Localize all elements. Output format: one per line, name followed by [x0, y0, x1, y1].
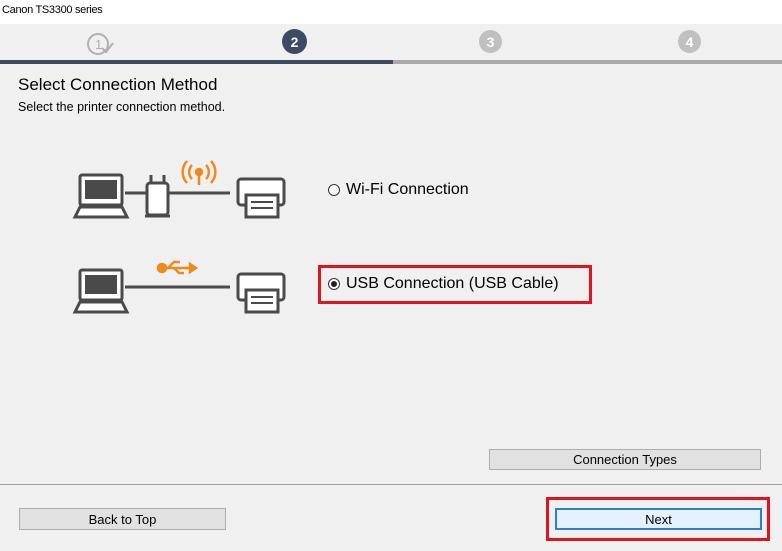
- laptop-icon: [72, 268, 130, 314]
- wifi-radio[interactable]: [328, 184, 340, 196]
- page-title: Select Connection Method: [18, 75, 218, 94]
- usb-option-label[interactable]: USB Connection (USB Cable): [346, 275, 559, 293]
- wifi-connection-illustration: [72, 160, 286, 219]
- connection-types-button[interactable]: Connection Types: [489, 449, 761, 470]
- wifi-option-label[interactable]: Wi-Fi Connection: [346, 181, 469, 199]
- step-indicator: 1 2 3 4: [0, 24, 782, 64]
- wifi-icon: [181, 160, 217, 185]
- progress-bar-done: [0, 60, 393, 64]
- page-subtitle: Select the printer connection method.: [18, 100, 226, 114]
- svg-text:1: 1: [95, 37, 102, 52]
- window-title: Canon TS3300 series: [0, 0, 782, 24]
- printer-icon: [236, 177, 286, 219]
- step-4: 4: [678, 30, 701, 53]
- usb-radio[interactable]: [328, 278, 340, 290]
- next-button[interactable]: Next: [555, 508, 762, 530]
- usb-connection-illustration: [72, 260, 286, 314]
- printer-icon: [236, 272, 286, 314]
- step-2-current: 2: [282, 29, 307, 54]
- divider: [0, 484, 782, 485]
- usb-icon: [156, 260, 199, 275]
- router-icon: [145, 175, 170, 218]
- progress-bar-remaining: [393, 60, 782, 64]
- step-1-done-icon: 1: [86, 31, 114, 57]
- step-3: 3: [479, 30, 502, 53]
- back-to-top-button[interactable]: Back to Top: [19, 508, 226, 530]
- laptop-icon: [72, 173, 130, 219]
